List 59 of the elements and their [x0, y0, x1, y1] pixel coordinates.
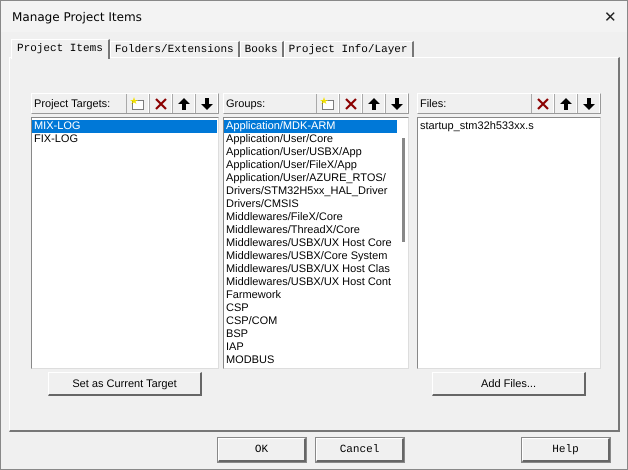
delete-icon [342, 96, 358, 112]
delete-icon [534, 96, 550, 112]
list-item[interactable]: Middlewares/USBX/Core System [224, 250, 397, 263]
toolbar-button[interactable] [385, 94, 408, 113]
window-title: Manage Project Items [12, 10, 142, 24]
up-arrow-icon [366, 96, 382, 112]
list-item[interactable]: MIX-LOG [32, 120, 217, 133]
new-item-icon [320, 96, 336, 112]
list-item[interactable]: CSP/COM [224, 315, 397, 328]
tab[interactable]: Books [240, 41, 284, 57]
panel-label: Groups: [226, 98, 266, 110]
toolbar-button[interactable] [554, 94, 577, 113]
new-item-icon [130, 96, 146, 112]
list-item[interactable]: MODBUS [224, 354, 397, 367]
toolbar-button[interactable] [531, 94, 554, 113]
ok-button[interactable]: OK [218, 438, 306, 462]
list-item[interactable]: Middlewares/USBX/UX Host Cont [224, 276, 397, 289]
up-arrow-icon [558, 96, 574, 112]
list-item[interactable]: FIX-LOG [32, 133, 217, 146]
toolbar-button[interactable] [316, 94, 339, 113]
up-arrow-icon [176, 96, 192, 112]
down-arrow-icon [580, 96, 596, 112]
cancel-button[interactable]: Cancel [316, 438, 404, 462]
list-item[interactable]: startup_stm32h533xx.s [418, 120, 599, 133]
close-button[interactable]: ✕ [604, 8, 617, 26]
down-arrow-icon [198, 96, 214, 112]
toolbar-button[interactable] [195, 94, 218, 113]
panel-label: Files: [420, 98, 446, 110]
list-item[interactable]: Middlewares/USBX/UX Host Clas [224, 263, 397, 276]
list-item[interactable]: Middlewares/USBX/UX Host Core [224, 237, 397, 250]
panel-button[interactable]: Add Files... [432, 372, 586, 396]
scrollbar-thumb[interactable] [402, 138, 404, 242]
panel-label: Project Targets: [34, 98, 110, 110]
list-item[interactable]: Middlewares/ThreadX/Core [224, 224, 397, 237]
list-item[interactable]: Application/MDK-ARM [224, 120, 397, 133]
list-item[interactable]: Farmework [224, 289, 397, 302]
help-button[interactable]: Help [522, 438, 610, 462]
list-item[interactable]: CSP [224, 302, 397, 315]
toolbar-button[interactable] [577, 94, 600, 113]
tab[interactable]: Project Items [11, 39, 110, 59]
toolbar-button[interactable] [172, 94, 195, 113]
list-item[interactable]: Application/User/AZURE_RTOS/ [224, 172, 397, 185]
down-arrow-icon [388, 96, 404, 112]
panel-button[interactable]: Set as Current Target [48, 372, 202, 396]
delete-icon [152, 96, 168, 112]
toolbar-button[interactable] [339, 94, 362, 113]
toolbar-button[interactable] [149, 94, 172, 113]
list-item[interactable]: Drivers/STM32H5xx_HAL_Driver [224, 185, 397, 198]
list-item[interactable]: Application/User/FileX/App [224, 159, 397, 172]
toolbar-button[interactable] [362, 94, 385, 113]
list-item[interactable]: Drivers/CMSIS [224, 198, 397, 211]
list-item[interactable]: Application/User/Core [224, 133, 397, 146]
tab[interactable]: Project Info/Layer [284, 41, 414, 57]
list-item[interactable]: Application/User/USBX/App [224, 146, 397, 159]
tab[interactable]: Folders/Extensions [110, 41, 240, 57]
list-item[interactable]: Middlewares/FileX/Core [224, 211, 397, 224]
toolbar-button[interactable] [126, 94, 149, 113]
list-item[interactable]: IAP [224, 341, 397, 354]
list-item[interactable]: BSP [224, 328, 397, 341]
